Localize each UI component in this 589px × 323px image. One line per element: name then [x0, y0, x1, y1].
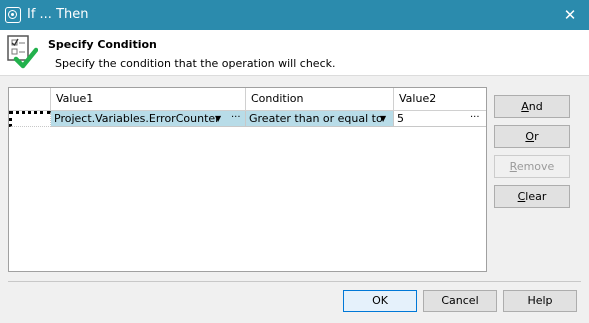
value1-cell[interactable]: Project.Variables.ErrorCounter ▼ ···: [51, 111, 246, 127]
help-button[interactable]: Help: [503, 290, 577, 312]
or-accel: O: [525, 130, 535, 143]
value1-ellipsis-icon[interactable]: ···: [231, 111, 241, 125]
grid-header-indicator: [9, 88, 51, 110]
header-subtitle: Specify the condition that the operation…: [55, 57, 336, 70]
value1-text: Project.Variables.ErrorCounter: [54, 112, 220, 125]
column-header-condition[interactable]: Condition: [246, 88, 394, 110]
condition-grid[interactable]: Value1 Condition Value2 Project.Variable…: [8, 87, 487, 272]
title-bar: If ... Then ✕: [0, 0, 589, 30]
ok-button[interactable]: OK: [343, 290, 417, 312]
remove-label: emove: [516, 160, 555, 173]
column-header-value1[interactable]: Value1: [51, 88, 246, 110]
value2-text: 5: [397, 112, 404, 125]
table-row[interactable]: Project.Variables.ErrorCounter ▼ ··· Gre…: [9, 111, 486, 128]
remove-button[interactable]: Remove: [494, 155, 570, 178]
or-label: r: [534, 130, 539, 143]
cancel-button[interactable]: Cancel: [423, 290, 497, 312]
and-button[interactable]: And: [494, 95, 570, 118]
column-header-value2[interactable]: Value2: [394, 88, 486, 110]
window-title: If ... Then: [27, 7, 89, 22]
condition-text: Greater than or equal to: [249, 112, 383, 125]
row-indicator[interactable]: [9, 111, 51, 127]
value2-ellipsis-icon[interactable]: ···: [470, 111, 480, 125]
close-icon[interactable]: ✕: [551, 0, 589, 30]
clear-label: lear: [525, 190, 547, 203]
or-button[interactable]: Or: [494, 125, 570, 148]
header-title: Specify Condition: [48, 38, 157, 51]
and-accel: A: [521, 100, 529, 113]
remove-accel: R: [509, 160, 517, 173]
condition-cell[interactable]: Greater than or equal to ▼: [246, 111, 394, 127]
dialog-header: Specify Condition Specify the condition …: [0, 30, 589, 76]
clear-button[interactable]: Clear: [494, 185, 570, 208]
condition-dropdown-icon[interactable]: ▼: [380, 111, 386, 126]
and-label: nd: [528, 100, 543, 113]
app-logo-icon: [5, 7, 21, 23]
checklist-checkmark-icon: [7, 35, 38, 69]
footer-divider: [8, 281, 581, 282]
value1-dropdown-icon[interactable]: ▼: [215, 111, 221, 126]
value2-cell[interactable]: 5 ···: [394, 111, 486, 127]
grid-header-row: Value1 Condition Value2: [9, 88, 486, 111]
